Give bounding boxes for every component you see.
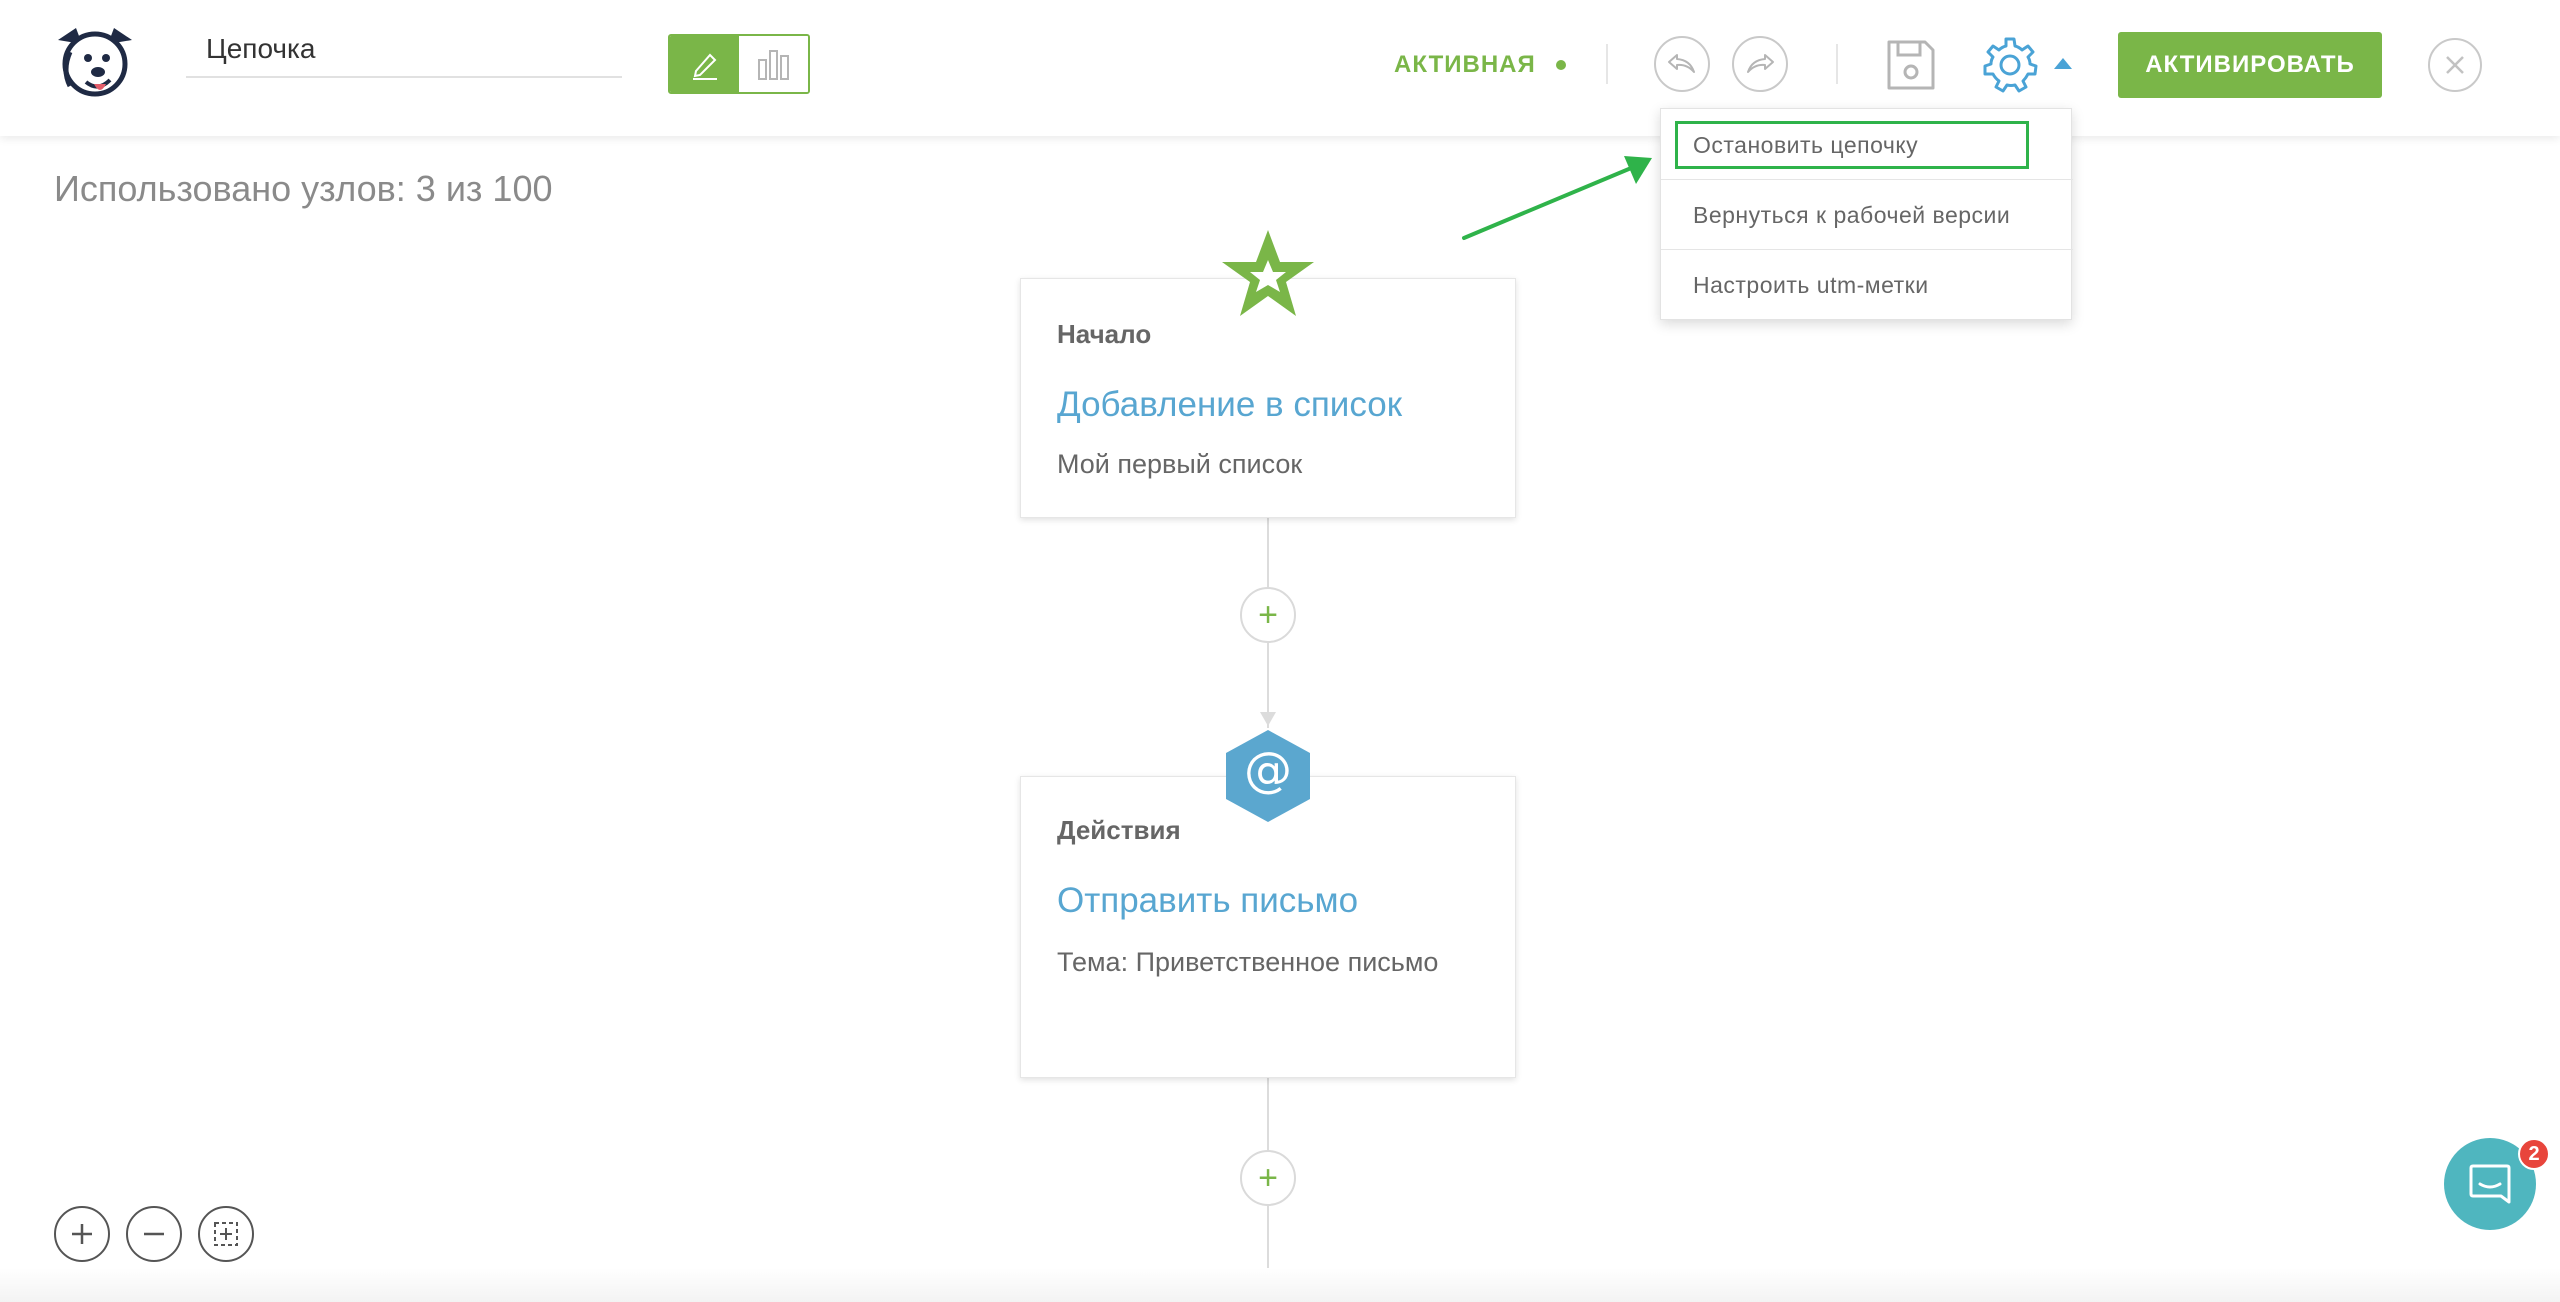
chat-unread-badge: 2 — [2518, 1138, 2550, 1170]
revert-to-working-version-menu-item[interactable]: Вернуться к рабочей версии — [1661, 181, 2073, 249]
chain-name-input[interactable] — [186, 22, 622, 78]
stats-mode-button[interactable] — [739, 36, 808, 92]
status-label: АКТИВНАЯ — [1394, 51, 1536, 78]
nodes-used-counter: Использовано узлов: 3 из 100 — [54, 168, 553, 209]
divider — [1836, 44, 1838, 84]
zoom-out-icon — [144, 1232, 164, 1236]
pencil-icon — [692, 53, 717, 80]
canvas-bottom-edge — [0, 1268, 2560, 1302]
settings-caret-icon[interactable] — [2054, 58, 2072, 69]
at-glyph: @ — [1244, 742, 1292, 798]
status-dot — [1555, 60, 1566, 70]
card-kicker: Начало — [1057, 319, 1152, 349]
undo-button[interactable] — [1654, 36, 1710, 92]
card-title[interactable]: Отправить письмо — [1057, 881, 1358, 921]
card-subtitle: Тема: Приветственное письмо — [1057, 947, 1439, 977]
star-icon — [1222, 230, 1314, 316]
annotation-arrow — [1462, 156, 1652, 240]
settings-dropdown: Остановить цепочку Вернуться к рабочей в… — [1660, 108, 2073, 320]
at-icon: @ — [1222, 728, 1314, 824]
redo-button[interactable] — [1732, 36, 1788, 92]
card-subtitle: Мой первый список — [1057, 449, 1303, 479]
menu-item-label: Настроить utm-метки — [1693, 271, 1929, 298]
settings-button[interactable] — [1980, 34, 2040, 94]
menu-item-label: Вернуться к рабочей версии — [1693, 201, 2011, 228]
view-toggle — [668, 34, 810, 94]
menu-divider — [1661, 179, 2073, 180]
close-icon — [2446, 56, 2464, 74]
divider — [1606, 44, 1608, 84]
zoom-out-button[interactable] — [126, 1206, 182, 1262]
card-kicker: Действия — [1057, 815, 1181, 845]
zoom-in-icon — [72, 1224, 92, 1244]
bar-chart-icon — [757, 50, 789, 80]
utm-settings-menu-item[interactable]: Настроить utm-метки — [1661, 251, 2073, 319]
zoom-in-button[interactable] — [54, 1206, 110, 1262]
stop-chain-menu-item[interactable]: Остановить цепочку — [1661, 111, 2073, 179]
fit-screen-icon — [214, 1222, 238, 1246]
fit-screen-button[interactable] — [198, 1206, 254, 1262]
edit-mode-button[interactable] — [670, 36, 739, 92]
activate-button[interactable]: АКТИВИРОВАТЬ — [2118, 32, 2382, 98]
gear-icon — [1983, 37, 2038, 93]
close-button[interactable] — [2428, 38, 2482, 92]
top-bar: АКТИВНАЯ АКТИВИРОВАТЬ — [0, 0, 2560, 136]
add-node-button[interactable]: + — [1240, 587, 1296, 643]
save-button[interactable] — [1882, 36, 1940, 94]
menu-divider — [1661, 249, 2073, 250]
chain-status: АКТИВНАЯ — [1394, 48, 1566, 82]
connector-arrowhead — [1260, 712, 1276, 726]
redo-icon — [1747, 54, 1774, 73]
add-node-button[interactable]: + — [1240, 1150, 1296, 1206]
chat-icon — [2469, 1164, 2511, 1204]
dog-logo-icon[interactable] — [48, 22, 142, 106]
card-title[interactable]: Добавление в список — [1057, 385, 1402, 425]
undo-icon — [1668, 54, 1695, 73]
save-icon — [1887, 40, 1935, 90]
menu-item-label: Остановить цепочку — [1693, 131, 1919, 158]
